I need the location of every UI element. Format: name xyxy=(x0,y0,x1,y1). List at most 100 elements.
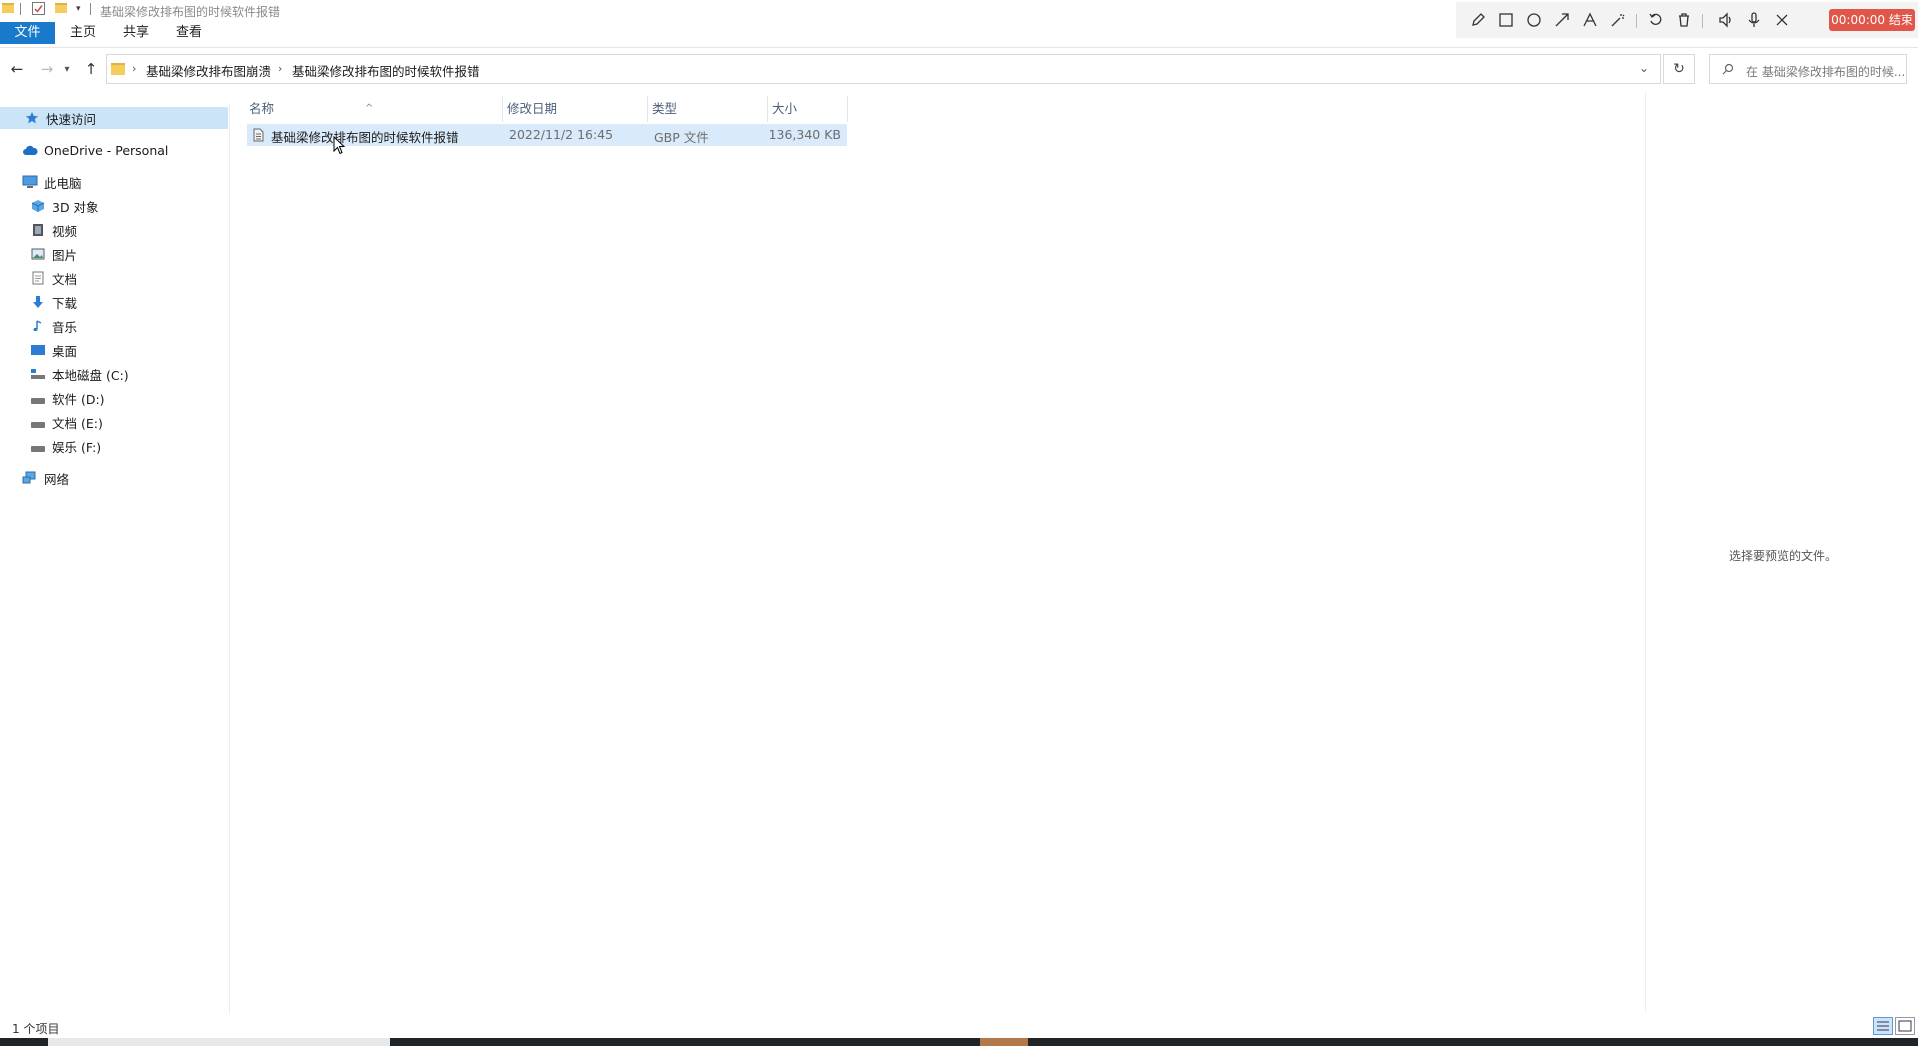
speaker-icon[interactable] xyxy=(1714,8,1738,32)
taskbar-button[interactable] xyxy=(980,1038,1028,1046)
cloud-icon xyxy=(22,142,38,158)
navigation-pane: 快速访问 OneDrive - Personal 此电脑 3D 对象 视频 图片… xyxy=(0,104,230,1014)
text-icon[interactable] xyxy=(1578,8,1602,32)
sidebar-item-label: 文档 xyxy=(52,271,78,287)
refresh-button[interactable]: ↻ xyxy=(1663,54,1695,84)
pencil-icon[interactable] xyxy=(1466,8,1490,32)
sidebar-item-label: OneDrive - Personal xyxy=(44,142,169,158)
circle-icon[interactable] xyxy=(1522,8,1546,32)
picture-icon xyxy=(30,246,46,262)
toolbar-separator xyxy=(90,3,91,15)
mouse-cursor-icon xyxy=(333,136,346,155)
recent-locations-dropdown-icon[interactable]: ▾ xyxy=(60,58,74,80)
sidebar-item-onedrive[interactable]: OneDrive - Personal xyxy=(0,139,228,161)
undo-icon[interactable] xyxy=(1644,8,1668,32)
sidebar-item-label: 桌面 xyxy=(52,343,78,359)
taskbar-button[interactable] xyxy=(48,1038,390,1046)
sidebar-item-3d-objects[interactable]: 3D 对象 xyxy=(0,195,228,217)
new-folder-icon[interactable] xyxy=(55,3,67,13)
sidebar-item-pictures[interactable]: 图片 xyxy=(0,243,228,265)
recording-timer-button[interactable]: 00:00:00 结束 xyxy=(1829,9,1915,31)
item-count: 1 个项目 xyxy=(12,1022,60,1036)
tab-home[interactable]: 主页 xyxy=(60,22,106,44)
arrow-icon[interactable] xyxy=(1550,8,1574,32)
folder-icon[interactable] xyxy=(2,3,14,13)
window-title: 基础梁修改排布图的时候软件报错 xyxy=(100,5,281,19)
sidebar-item-label: 视频 xyxy=(52,223,78,239)
sidebar-item-label: 软件 (D:) xyxy=(52,391,105,407)
tab-view[interactable]: 查看 xyxy=(166,22,212,44)
sidebar-item-label: 音乐 xyxy=(52,319,78,335)
file-modified: 2022/11/2 16:45 xyxy=(509,127,614,142)
sidebar-item-network[interactable]: 网络 xyxy=(0,467,228,489)
cube-icon xyxy=(30,198,46,214)
microphone-icon[interactable] xyxy=(1742,8,1766,32)
sidebar-item-drive-f[interactable]: 娱乐 (F:) xyxy=(0,435,228,457)
breadcrumb-chevron-icon[interactable]: › xyxy=(132,62,136,75)
desktop-icon xyxy=(30,342,46,358)
search-icon xyxy=(1722,63,1734,75)
forward-arrow-icon[interactable]: → xyxy=(36,58,58,80)
column-header-size[interactable]: 大小 xyxy=(768,96,848,122)
sidebar-item-desktop[interactable]: 桌面 xyxy=(0,339,228,361)
details-view-icon[interactable] xyxy=(1873,1017,1893,1035)
sidebar-item-documents[interactable]: 文档 xyxy=(0,267,228,289)
sidebar-item-quick-access[interactable]: 快速访问 xyxy=(0,107,228,129)
star-icon xyxy=(24,110,40,126)
video-icon xyxy=(30,222,46,238)
column-header-name[interactable]: 名称 ^ xyxy=(245,96,503,122)
toolbar-separator xyxy=(1702,14,1703,28)
toolbar-separator xyxy=(1636,14,1637,28)
sidebar-item-music[interactable]: 音乐 xyxy=(0,315,228,337)
sidebar-item-drive-d[interactable]: 软件 (D:) xyxy=(0,387,228,409)
sidebar-item-label: 快速访问 xyxy=(46,111,97,127)
magic-wand-icon[interactable] xyxy=(1606,8,1630,32)
sidebar-item-label: 图片 xyxy=(52,247,78,263)
sidebar-item-drive-e[interactable]: 文档 (E:) xyxy=(0,411,228,433)
breadcrumb-item[interactable]: 基础梁修改排布图崩溃 xyxy=(146,61,271,80)
drive-icon xyxy=(30,438,46,454)
breadcrumb-item[interactable]: 基础梁修改排布图的时候软件报错 xyxy=(292,61,480,80)
sidebar-item-label: 网络 xyxy=(44,471,70,487)
sidebar-item-downloads[interactable]: 下载 xyxy=(0,291,228,313)
file-list: 名称 ^ 修改日期 类型 大小 基础梁修改排布图的时候软件报错 2022/11/… xyxy=(245,92,1645,1012)
taskbar xyxy=(0,1038,1918,1046)
drive-icon xyxy=(30,390,46,406)
column-header-type[interactable]: 类型 xyxy=(648,96,768,122)
download-icon xyxy=(30,294,46,310)
rectangle-icon[interactable] xyxy=(1494,8,1518,32)
file-size: 136,340 KB xyxy=(768,127,841,142)
close-icon[interactable] xyxy=(1770,8,1794,32)
sidebar-item-label: 娱乐 (F:) xyxy=(52,439,102,455)
music-icon xyxy=(30,318,46,334)
search-box[interactable]: 在 基础梁修改排布图的时候... xyxy=(1709,54,1907,84)
sidebar-item-label: 3D 对象 xyxy=(52,199,99,215)
properties-icon[interactable] xyxy=(32,2,45,15)
drive-icon xyxy=(30,414,46,430)
up-arrow-icon[interactable]: ↑ xyxy=(80,58,102,80)
document-icon xyxy=(30,270,46,286)
sidebar-item-label: 此电脑 xyxy=(44,175,82,191)
sort-ascending-icon: ^ xyxy=(365,103,374,114)
sidebar-item-label: 下载 xyxy=(52,295,78,311)
quick-access-dropdown-icon[interactable]: ▾ xyxy=(76,4,81,14)
sidebar-item-this-pc[interactable]: 此电脑 xyxy=(0,171,228,193)
trash-icon[interactable] xyxy=(1672,8,1696,32)
column-header-modified[interactable]: 修改日期 xyxy=(503,96,648,122)
navigation-bar: ← → ▾ ↑ › 基础梁修改排布图崩溃 › 基础梁修改排布图的时候软件报错 ⌄… xyxy=(0,52,1918,86)
back-arrow-icon[interactable]: ← xyxy=(6,58,28,80)
address-dropdown-icon[interactable]: ⌄ xyxy=(1639,61,1649,75)
file-name: 基础梁修改排布图的时候软件报错 xyxy=(271,130,459,145)
tab-share[interactable]: 共享 xyxy=(113,22,159,44)
large-icons-view-icon[interactable] xyxy=(1895,1017,1915,1035)
status-bar: 1 个项目 xyxy=(0,1014,1918,1038)
breadcrumb-chevron-icon[interactable]: › xyxy=(278,62,282,75)
address-bar[interactable]: › 基础梁修改排布图崩溃 › 基础梁修改排布图的时候软件报错 ⌄ xyxy=(106,54,1661,84)
network-icon xyxy=(22,470,38,486)
folder-icon xyxy=(111,63,125,75)
preview-pane: 选择要预览的文件。 xyxy=(1645,92,1918,1012)
sidebar-item-videos[interactable]: 视频 xyxy=(0,219,228,241)
tab-file[interactable]: 文件 xyxy=(0,22,55,44)
sidebar-item-drive-c[interactable]: 本地磁盘 (C:) xyxy=(0,363,228,385)
search-input[interactable]: 在 基础梁修改排布图的时候... xyxy=(1746,63,1904,80)
